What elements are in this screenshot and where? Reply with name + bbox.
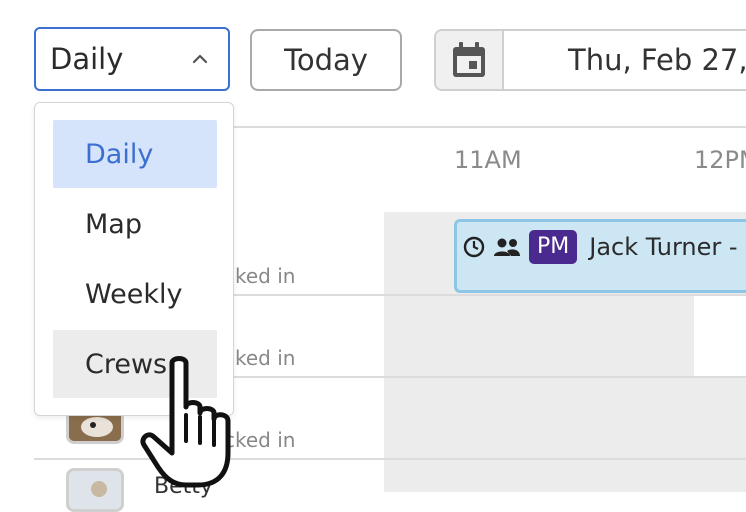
clock-icon <box>463 236 485 258</box>
dropdown-option-daily[interactable]: Daily <box>53 120 217 188</box>
time-label-12pm: 12PM <box>694 146 746 174</box>
date-text: Thu, Feb 27, <box>568 43 746 77</box>
time-slot-row-3[interactable] <box>384 378 746 458</box>
dropdown-option-label: Daily <box>85 138 154 170</box>
date-picker[interactable]: Thu, Feb 27, <box>434 29 746 91</box>
view-select[interactable]: Daily <box>34 27 230 91</box>
avatar <box>66 468 124 512</box>
today-button[interactable]: Today <box>250 29 402 91</box>
crew-icon <box>494 238 520 256</box>
view-select-value: Daily <box>50 42 124 76</box>
dropdown-option-label: Map <box>85 208 142 240</box>
calendar-icon <box>453 42 485 77</box>
today-button-label: Today <box>284 43 368 77</box>
time-slot-row-2[interactable] <box>384 296 694 376</box>
event-card[interactable]: PM Jack Turner - 9 <box>454 219 746 293</box>
row-status-text: cked in <box>224 264 296 288</box>
hand-pointer-cursor-icon <box>140 356 231 488</box>
time-label-11am: 11AM <box>454 146 522 174</box>
header-divider <box>234 126 746 128</box>
dropdown-option-label: Weekly <box>85 278 183 310</box>
pm-badge: PM <box>529 230 578 264</box>
avatar-photo <box>69 471 121 509</box>
chevron-up-icon <box>192 54 208 64</box>
dropdown-option-weekly[interactable]: Weekly <box>53 260 217 328</box>
time-slot-row-4[interactable] <box>384 460 746 492</box>
dropdown-option-map[interactable]: Map <box>53 190 217 258</box>
event-title: Jack Turner - 9 <box>589 233 746 261</box>
time-slot-row-2-open[interactable] <box>694 296 746 376</box>
calendar-button[interactable] <box>436 31 504 89</box>
